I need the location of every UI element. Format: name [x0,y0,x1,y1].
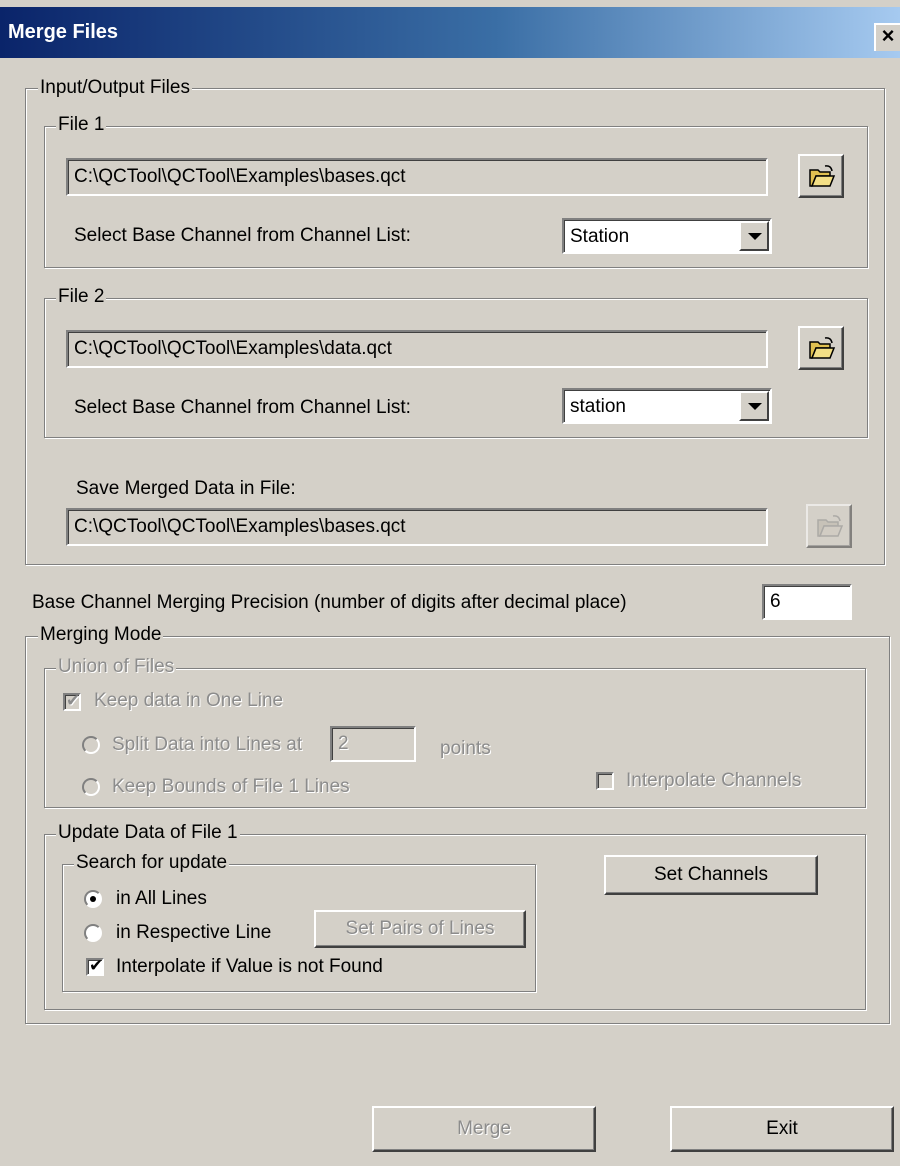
interpolate-channels-label: Interpolate Channels [626,770,802,791]
file2-legend: File 2 [56,286,107,308]
set-pairs-of-lines-button: Set Pairs of Lines [314,910,526,948]
check-icon: ✔ [89,956,104,975]
title-bar: Merge Files × [0,0,900,58]
open-folder-icon [809,165,836,187]
file1-channel-select[interactable]: Station [562,218,772,254]
precision-label: Base Channel Merging Precision (number o… [32,592,627,613]
interpolate-not-found-label: Interpolate if Value is not Found [116,956,383,977]
input-output-legend: Input/Output Files [38,77,192,99]
respective-line-label: in Respective Line [116,922,272,943]
save-path-field[interactable]: C:\QCTool\QCTool\Examples\bases.qct [66,508,768,546]
open-folder-icon [817,515,844,537]
split-lines-radio [82,736,100,754]
save-browse-button [806,504,852,548]
interpolate-channels-checkbox [596,772,614,790]
exit-button[interactable]: Exit [670,1106,894,1152]
update-legend: Update Data of File 1 [56,822,240,844]
set-channels-button[interactable]: Set Channels [604,855,818,895]
keep-bounds-label: Keep Bounds of File 1 Lines [112,776,350,797]
union-legend: Union of Files [56,656,177,678]
split-points-suffix: points [440,738,491,759]
radio-dot-icon [90,896,96,902]
open-folder-icon [809,337,836,359]
file2-channel-label: Select Base Channel from Channel List: [74,397,411,418]
keep-bounds-radio [82,778,100,796]
file2-browse-button[interactable] [798,326,844,370]
file1-legend: File 1 [56,114,107,136]
close-button[interactable]: × [874,23,900,51]
merging-mode-legend: Merging Mode [38,624,164,646]
all-lines-radio[interactable] [84,890,102,908]
file1-channel-label: Select Base Channel from Channel List: [74,225,411,246]
search-legend: Search for update [74,852,230,874]
merge-button: Merge [372,1106,596,1152]
file2-channel-select[interactable]: station [562,388,772,424]
file2-path-field[interactable]: C:\QCTool\QCTool\Examples\data.qct [66,330,768,368]
all-lines-label: in All Lines [116,888,207,909]
keep-one-line-checkbox: ✔ [63,691,81,711]
window-title: Merge Files [8,21,119,43]
file1-channel-value: Station [570,226,630,247]
file1-browse-button[interactable] [798,154,844,198]
file1-path-field[interactable]: C:\QCTool\QCTool\Examples\bases.qct [66,158,768,196]
respective-line-radio[interactable] [84,924,102,942]
file2-channel-value: station [570,396,626,417]
check-icon: ✔ [66,691,81,710]
precision-input[interactable]: 6 [762,584,852,620]
split-lines-label: Split Data into Lines at [112,734,303,755]
split-points-value: 2 [338,733,349,754]
save-label: Save Merged Data in File: [76,478,296,499]
keep-one-line-label: Keep data in One Line [94,690,284,711]
interpolate-not-found-checkbox[interactable]: ✔ [86,956,104,976]
chevron-down-icon[interactable] [739,391,769,421]
split-points-input: 2 [330,726,416,762]
chevron-down-icon[interactable] [739,221,769,251]
